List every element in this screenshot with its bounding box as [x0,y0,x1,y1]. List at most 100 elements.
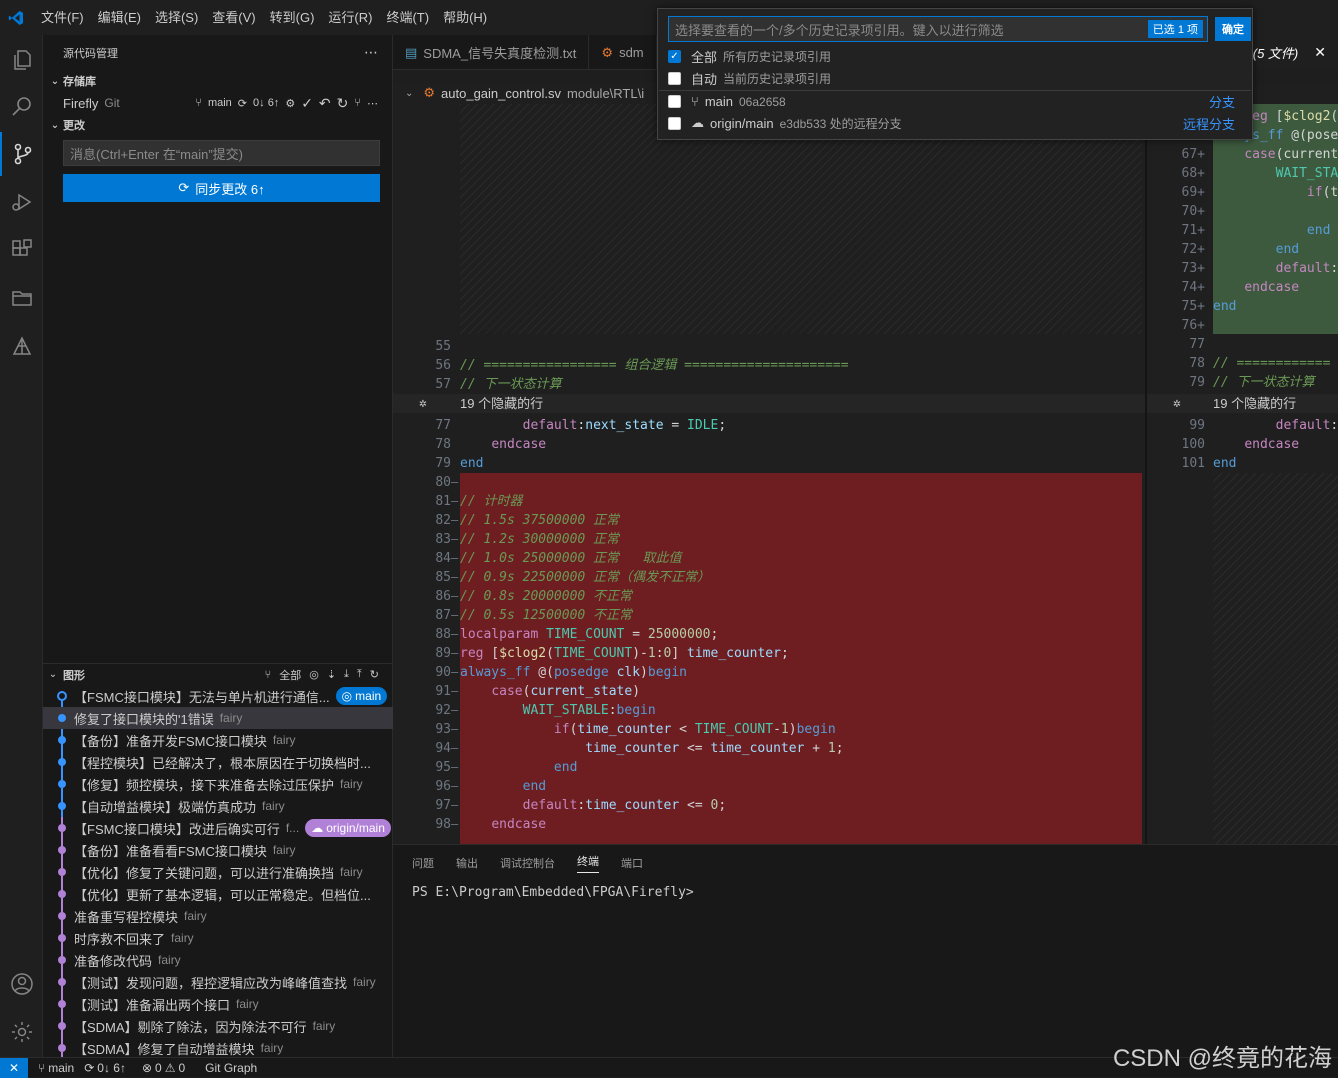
commit-row[interactable]: 【优化】更新了基本逻辑，可以正常稳定。但档位... [43,883,393,905]
menu-item[interactable]: 选择(S) [148,0,205,35]
warning-count: 0 [178,1060,186,1075]
diff-editor-right[interactable]: reg [$clog2(TIME_always_ff @(pose67+ cas… [1145,104,1338,844]
status-sync[interactable]: ⟳ 0↓ 6↑ [84,1061,126,1075]
commit-row[interactable]: 【SDMA】剔除了除法，因为除法不可行 fairy [43,1015,393,1037]
undo-icon[interactable]: ↶ [319,95,331,112]
breadcrumb-file[interactable]: auto_gain_control.sv [441,86,561,101]
graph-view-icon[interactable]: ⑂ [354,97,361,109]
folder-icon[interactable] [0,276,43,320]
close-icon[interactable]: ✕ [1314,44,1326,61]
menu-item[interactable]: 文件(F) [34,0,91,35]
panel-tab[interactable]: 调试控制台 [500,855,555,871]
more-actions-icon[interactable]: ⋯ [364,44,378,61]
line-number: 74+ [1181,280,1205,295]
terminal-prompt[interactable]: PS E:\Program\Embedded\FPGA\Firefly> [393,885,1338,900]
commit-row[interactable]: 【修复】频控模块，接下来准备去除过压保护 fairy [43,773,393,795]
quick-pick-item[interactable]: ⑂ main 06a2658 分支 [659,90,1251,112]
menu-item[interactable]: 查看(V) [205,0,262,35]
tab-sdm[interactable]: ⚙ sdm [589,35,657,70]
commit-row[interactable]: 【自动增益模块】极端仿真成功 fairy [43,795,393,817]
deleted-line-marker: — [451,627,459,641]
commit-row[interactable]: 【程控模块】已经解决了，根本原因在于切换档时... [43,751,393,773]
commit-row[interactable]: 【优化】修复了关键问题，可以进行准确换挡 fairy [43,861,393,883]
settings-gear-icon[interactable] [0,1010,43,1054]
diff-editor-left[interactable]: 55 56 // ================= 组合逻辑 ==========… [393,104,1145,844]
deleted-line-marker: — [451,589,459,603]
sync-changes-button[interactable]: ⟳ 同步更改 6↑ [63,174,380,202]
changes-section-header[interactable]: ⌄ 更改 [43,114,392,136]
ref-badge[interactable]: ◎ main [335,687,388,705]
commit-row[interactable]: 【FSMC接口模块】改进后确实可行 f... ☁ origin/main [43,817,393,839]
panel-tab[interactable]: 端口 [621,855,643,871]
commit-row[interactable]: 准备重写程控模块 fairy [43,905,393,927]
remote-indicator-icon[interactable]: ✕ [0,1057,28,1078]
breadcrumb-path[interactable]: module\RTL\i [567,86,644,101]
repo-branch[interactable]: main [208,97,232,109]
quick-pick-item[interactable]: ☁ origin/main e3db533 处的远程分支 远程分支 [659,112,1251,134]
status-branch[interactable]: ⑂ main [38,1061,74,1075]
run-debug-icon[interactable] [0,180,43,224]
hidden-lines-bar[interactable]: ✲ 19 个隐藏的行 [393,394,1145,413]
tab-sdma-txt[interactable]: ▤ SDMA_信号失真度检测.txt [393,35,590,70]
push-icon[interactable]: ⤒ [357,668,362,681]
status-git-graph[interactable]: Git Graph [205,1061,257,1075]
repo-sync-counts[interactable]: 0↓ 6↑ [253,97,279,109]
account-icon[interactable] [0,962,43,1006]
quick-pick-filter-input[interactable]: 选择要查看的一个/多个历史记录项引用。键入以进行筛选 已选 1 项 [668,16,1208,42]
search-icon[interactable] [0,85,43,129]
commit-message-input[interactable]: 消息(Ctrl+Enter 在“main”提交) [63,140,380,166]
line-number: 55 [435,339,451,354]
commit-row[interactable]: 时序救不回来了 fairy [43,927,393,949]
line-number: 88 [435,627,451,642]
code-line: // 1.0s 25000000 正常 取此值 [460,551,682,566]
menu-item[interactable]: 终端(T) [379,0,436,35]
commit-row[interactable]: 【FSMC接口模块】无法与单片机进行通信... ◎ main [43,685,393,707]
refresh-icon[interactable]: ↻ [337,95,349,112]
pull-icon[interactable]: ⤓ [344,668,349,681]
commit-row[interactable]: 【测试】发现问题，程控逻辑应改为峰峰值查找 fairy [43,971,393,993]
branch-actions-icon[interactable]: ⚙ [285,97,295,110]
commit-row[interactable]: 【备份】准备看看FSMC接口模块 fairy [43,839,393,861]
graph-section-header[interactable]: ⌄ 图形 ⑂ 全部 ◎ ⇣ ⤓ ⤒ ↻ [43,663,393,685]
checkbox[interactable]: ✓ [668,49,681,63]
code-line: endcase [1244,437,1300,452]
chevron-down-icon[interactable]: ⌄ [405,88,413,99]
repository-row[interactable]: Firefly Git ⑂ main ⟳ 0↓ 6↑ ⚙ ✓ ↶ ↻ ⑂ ⋯ [43,92,392,114]
repositories-section-header[interactable]: ⌄ 存储库 [43,70,392,92]
quick-pick-item[interactable]: 自动 当前历史记录项引用 [659,67,1251,89]
target-icon[interactable]: ◎ [309,668,319,681]
tab-diff-files[interactable]: (5 文件) ✕ [1239,35,1338,70]
confirm-button[interactable]: 确定 [1215,17,1251,41]
refresh-icon[interactable]: ↻ [370,668,379,681]
ref-badge[interactable]: ☁ origin/main [305,819,391,837]
commit-row[interactable]: 准备修改代码 fairy [43,949,393,971]
menu-item[interactable]: 帮助(H) [436,0,494,35]
commit-row[interactable]: 【备份】准备开发FSMC接口模块 fairy [43,729,393,751]
line-number: 94 [435,741,451,756]
commit-row[interactable]: 修复了接口模块的'1错误 fairy [43,707,393,729]
panel-tab[interactable]: 终端 [577,853,599,873]
commit-row[interactable]: 【测试】准备漏出两个接口 fairy [43,993,393,1015]
history-ref-quick-pick: 选择要查看的一个/多个历史记录项引用。键入以进行筛选 已选 1 项 确定 ✓ 全部… [657,8,1253,140]
repo-more-icon[interactable]: ⋯ [367,97,378,110]
git-graph-icon[interactable] [0,324,43,368]
source-control-icon[interactable] [0,132,43,176]
checkbox[interactable] [668,116,681,130]
checkbox[interactable] [668,71,681,85]
panel-tab[interactable]: 输出 [456,855,478,871]
quick-pick-item[interactable]: ✓ 全部 所有历史记录项引用 [659,45,1251,67]
commit-row[interactable]: 【SDMA】修复了自动增益模块 fairy [43,1037,393,1057]
fetch-icon[interactable]: ⇣ [327,668,336,681]
hidden-lines-bar[interactable]: ✲ 19 个隐藏的行 [1147,394,1338,413]
menu-item[interactable]: 运行(R) [321,0,379,35]
menu-item[interactable]: 编辑(E) [91,0,148,35]
extensions-icon[interactable] [0,228,43,272]
explorer-icon[interactable] [0,38,43,82]
panel-tab[interactable]: 问题 [412,855,434,871]
commit-check-icon[interactable]: ✓ [301,95,313,112]
menu-item[interactable]: 转到(G) [263,0,322,35]
status-problems[interactable]: ⊗ 0 ⚠ 0 [142,1061,185,1075]
deleted-line-marker: — [451,722,459,736]
checkbox[interactable] [668,95,681,108]
graph-filter-label[interactable]: 全部 [279,667,301,683]
